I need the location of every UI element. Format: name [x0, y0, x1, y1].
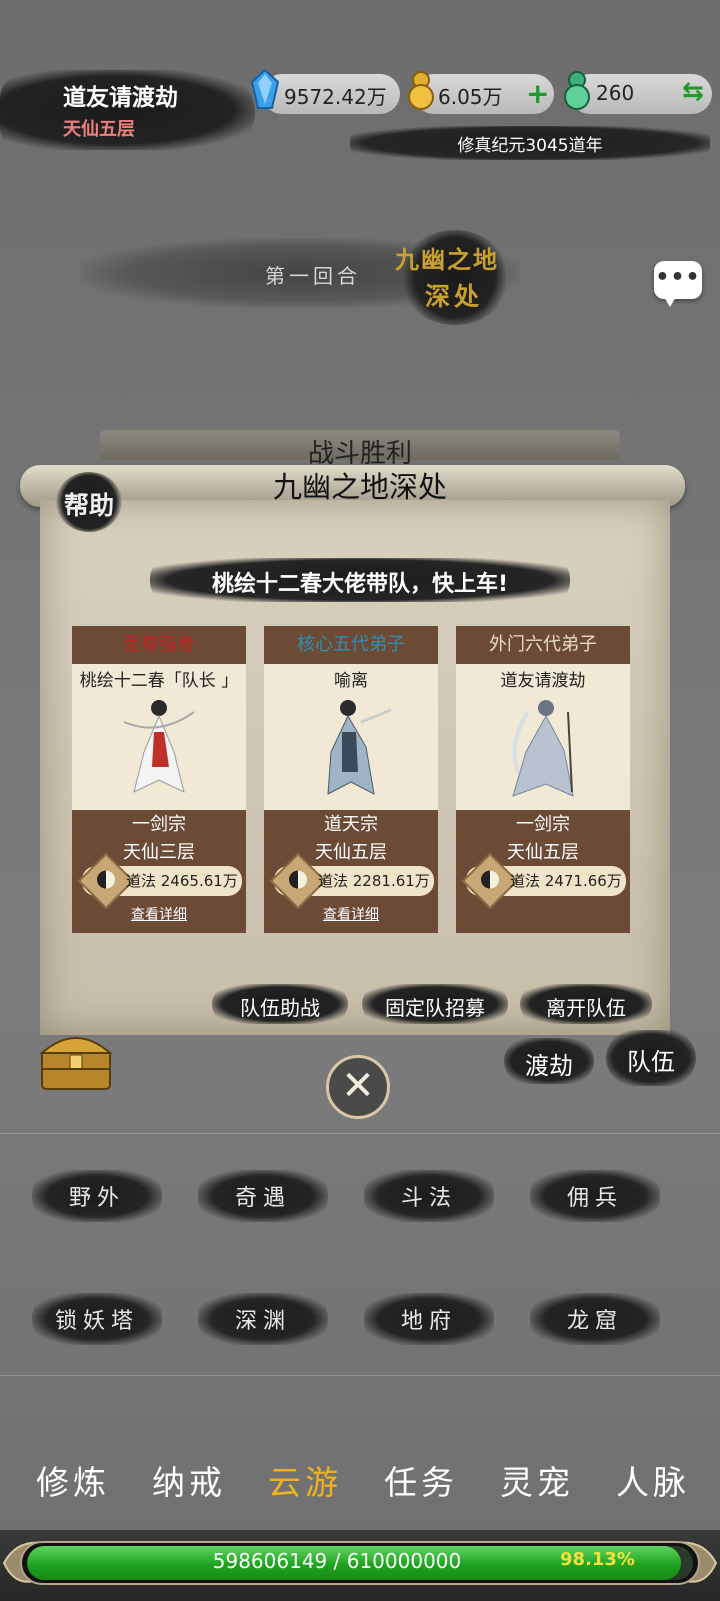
tribulation-button[interactable]: 渡劫 [504, 1038, 594, 1084]
tab-cultivate-label: 修炼 [36, 1463, 110, 1502]
location-mercenary[interactable]: 佣兵 [530, 1170, 660, 1222]
tab-travel-label: 云游 [268, 1463, 342, 1502]
chat-button[interactable]: ••• [654, 261, 702, 307]
location-dragon-cave-label: 龙窟 [566, 1309, 623, 1334]
member-rank: 至尊强者 [123, 634, 195, 655]
tab-ring-label: 纳戒 [152, 1463, 226, 1502]
location-encounter-label: 奇遇 [234, 1186, 291, 1211]
exchange-icon[interactable]: ⇆ [682, 77, 704, 107]
tab-quests-label: 任务 [384, 1463, 458, 1502]
member-rank: 核心五代弟子 [297, 634, 405, 655]
tab-connections-label: 人脉 [616, 1463, 690, 1502]
view-details-link[interactable]: 查看详细 [72, 904, 246, 924]
fixed-team-recruit-label: 固定队招募 [385, 996, 485, 1020]
player-realm: 天仙五层 [63, 119, 135, 140]
leave-team-button[interactable]: 离开队伍 [520, 984, 652, 1024]
xp-text: 598606149 / 610000000 [212, 1549, 462, 1573]
help-button[interactable]: 帮助 [56, 472, 122, 532]
member-card-2[interactable]: 核心五代弟子 喻离 道天宗 天仙五层 道法 2281.61万 查看详细 [264, 626, 438, 933]
location-name-line2: 深处 [425, 282, 484, 311]
member-card-self[interactable]: 外门六代弟子 道友请渡劫 一剑宗 天仙五层 道法 2471.66万 [456, 626, 630, 933]
member-sect: 一剑宗 [516, 814, 570, 835]
tab-connections[interactable]: 人脉 [598, 1448, 708, 1508]
player-name: 道友请渡劫 [63, 85, 178, 111]
member-sect: 一剑宗 [132, 814, 186, 835]
fixed-team-recruit-button[interactable]: 固定队招募 [362, 984, 508, 1024]
tab-pets-label: 灵宠 [500, 1463, 574, 1502]
team-assist-label: 队伍助战 [240, 996, 320, 1020]
tribulation-label: 渡劫 [525, 1052, 573, 1080]
member-name: 桃绘十二春「队长 」 [79, 671, 239, 691]
member-sect: 道天宗 [324, 814, 378, 835]
gold-counter[interactable]: 6.05万 + [408, 71, 554, 114]
location-demon-tower[interactable]: 锁妖塔 [32, 1293, 162, 1345]
location-dragon-cave[interactable]: 龙窟 [530, 1293, 660, 1345]
swordsman-portrait [327, 700, 392, 795]
era-bar: 修真纪元3045道年 [350, 126, 710, 160]
location-underworld[interactable]: 地府 [364, 1293, 494, 1345]
tab-quests[interactable]: 任务 [366, 1448, 476, 1508]
member-power: 道法 2281.61万 [318, 872, 430, 890]
nav-divider [0, 1375, 720, 1376]
team-label: 队伍 [627, 1048, 675, 1076]
tab-pets[interactable]: 灵宠 [482, 1448, 592, 1508]
add-gold-button[interactable]: + [526, 77, 549, 110]
round-label: 第一回合 [265, 264, 361, 288]
location-duel-label: 斗法 [400, 1186, 457, 1211]
blue-spirit-stone-icon [250, 68, 280, 109]
team-button[interactable]: 队伍 [606, 1030, 696, 1086]
location-abyss-label: 深渊 [234, 1309, 291, 1334]
location-demon-tower-label: 锁妖塔 [54, 1309, 139, 1334]
era-text: 修真纪元3045道年 [457, 136, 603, 156]
location-underworld-label: 地府 [400, 1309, 457, 1334]
spirit-stone-counter[interactable]: 9572.42万 [250, 68, 400, 114]
robed-cultivator-portrait [512, 700, 574, 797]
location-duel[interactable]: 斗法 [364, 1170, 494, 1222]
female-cultivator-portrait [123, 700, 195, 793]
spirit-stone-value: 9572.42万 [284, 85, 387, 109]
location-wild-label: 野外 [68, 1186, 125, 1211]
xp-percent: 98.13% [560, 1549, 635, 1570]
jade-gourd-icon [564, 71, 590, 110]
close-button[interactable]: ✕ [326, 1055, 390, 1119]
member-name: 道友请渡劫 [500, 671, 586, 691]
location-mercenary-label: 佣兵 [566, 1186, 623, 1211]
jade-counter[interactable]: 260 ⇆ [564, 71, 712, 114]
location-abyss[interactable]: 深渊 [198, 1293, 328, 1345]
help-label: 帮助 [64, 491, 115, 520]
tab-travel[interactable]: 云游 [250, 1448, 360, 1508]
tab-ring[interactable]: 纳戒 [134, 1448, 244, 1508]
leave-team-label: 离开队伍 [546, 996, 626, 1020]
member-name: 喻离 [334, 671, 368, 691]
gold-gourd-icon [408, 71, 434, 110]
member-power: 道法 2471.66万 [510, 872, 622, 890]
recruit-banner: 桃绘十二春大佬带队，快上车! [150, 558, 570, 602]
tab-cultivate[interactable]: 修炼 [18, 1448, 128, 1508]
location-encounter[interactable]: 奇遇 [198, 1170, 328, 1222]
treasure-chest-icon[interactable] [36, 1025, 116, 1093]
member-card-leader[interactable]: 至尊强者 桃绘十二春「队长 」 一剑宗 天仙三层 道法 2465.61万 查看详… [72, 626, 246, 933]
close-icon: ✕ [341, 1063, 375, 1109]
member-rank: 外门六代弟子 [489, 634, 597, 655]
power-badge: 道法 2465.61万 [77, 852, 242, 910]
gold-value: 6.05万 [438, 85, 503, 109]
member-power: 道法 2465.61万 [126, 872, 238, 890]
team-assist-button[interactable]: 队伍助战 [212, 984, 348, 1024]
location-name-line1: 九幽之地 [395, 245, 499, 274]
recruit-text: 桃绘十二春大佬带队，快上车! [211, 572, 509, 597]
nav-divider [0, 1133, 720, 1134]
power-badge: 道法 2281.61万 [269, 852, 434, 910]
player-panel[interactable]: 道友请渡劫 天仙五层 [0, 60, 255, 160]
jade-value: 260 [596, 81, 635, 105]
location-wild[interactable]: 野外 [32, 1170, 162, 1222]
chat-icon: ••• [655, 265, 701, 290]
power-badge: 道法 2471.66万 [461, 852, 626, 910]
view-details-link[interactable]: 查看详细 [264, 904, 438, 924]
